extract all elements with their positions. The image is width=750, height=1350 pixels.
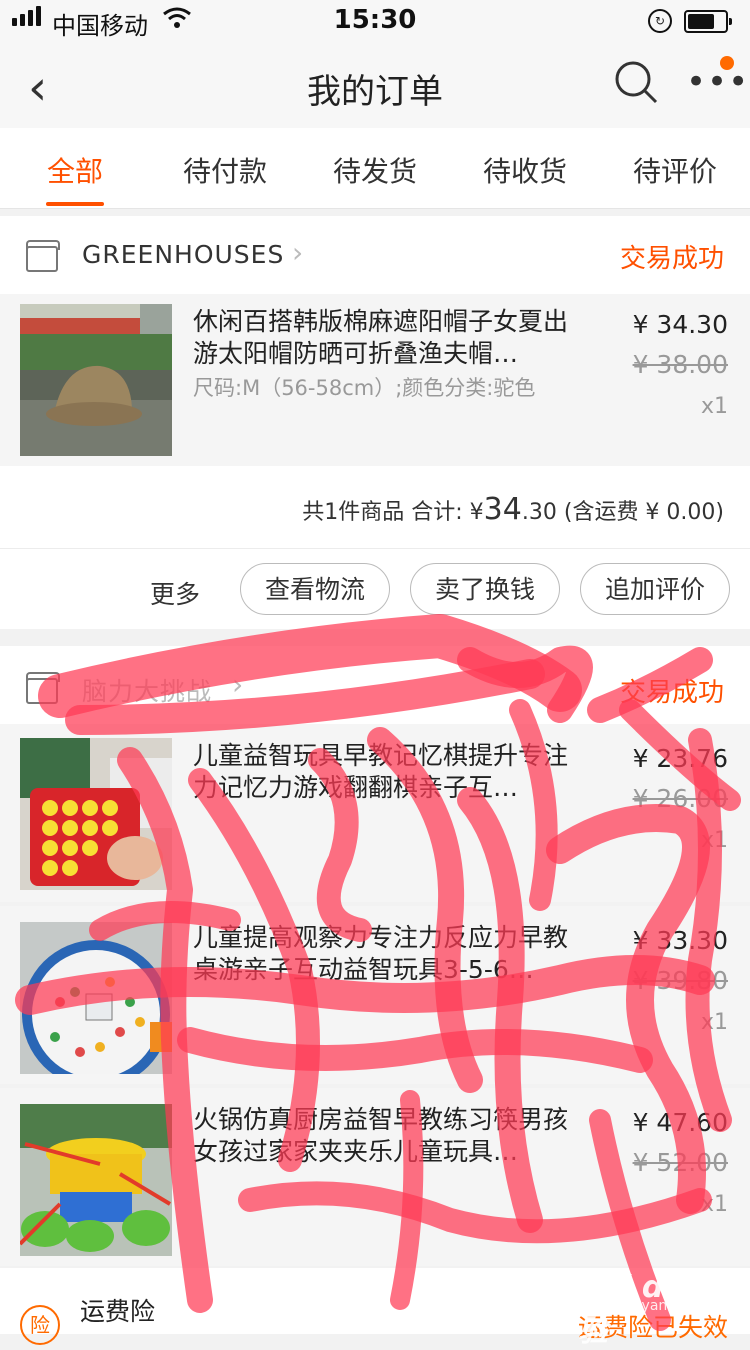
order-card-header[interactable]: GREENHOUSES › 交易成功 (0, 216, 750, 294)
order-item[interactable]: 儿童益智玩具早教记忆棋提升专注力记忆力游戏翻翻棋亲子互… ¥ 23.76 ¥ 2… (0, 724, 750, 902)
order-status: 交易成功 (619, 244, 724, 274)
insurance-icon: 险 (20, 1305, 60, 1345)
product-quantity: x1 (700, 1010, 728, 1035)
shop-name[interactable]: GREENHOUSES (82, 240, 284, 269)
notification-dot (720, 56, 734, 70)
product-price: ¥ 47.60 (632, 1108, 728, 1137)
product-quantity: x1 (700, 828, 728, 853)
more-icon[interactable]: ••• (686, 62, 749, 102)
product-title[interactable]: 儿童提高观察力专注力反应力早教桌游亲子互动益智玩具3-5-6… (193, 922, 573, 986)
battery-icon (684, 10, 732, 33)
order-card-header[interactable]: 脑力大挑战 › 交易成功 (0, 646, 750, 724)
rotation-lock-icon: ↻ (648, 9, 672, 33)
summary-shipping: (含运费 ¥ 0.00) (563, 500, 724, 525)
summary-prefix: 共1件商品 合计: ¥ (302, 500, 484, 525)
status-bar: 中国移动 15:30 ↻ (0, 0, 750, 40)
shop-icon (26, 240, 60, 272)
product-original-price: ¥ 38.00 (632, 350, 728, 379)
view-logistics-button[interactable]: 查看物流 (240, 563, 390, 615)
tab-all[interactable]: 全部 (0, 150, 150, 190)
order-item[interactable]: 儿童提高观察力专注力反应力早教桌游亲子互动益智玩具3-5-6… ¥ 33.30 … (0, 906, 750, 1084)
product-original-price: ¥ 39.80 (632, 966, 728, 995)
summary-amount-integer: 34 (483, 492, 522, 527)
product-quantity: x1 (700, 394, 728, 419)
tab-pending-review[interactable]: 待评价 (600, 150, 750, 190)
resell-button[interactable]: 卖了换钱 (410, 563, 560, 615)
chevron-right-icon: › (292, 236, 304, 269)
product-image[interactable] (20, 304, 172, 456)
more-actions-button[interactable]: 更多 (150, 575, 200, 611)
shop-name[interactable]: 脑力大挑战 (82, 672, 212, 708)
tab-pending-payment[interactable]: 待付款 (150, 150, 300, 190)
tab-pending-receipt[interactable]: 待收货 (450, 150, 600, 190)
product-title[interactable]: 休闲百搭韩版棉麻遮阳帽子女夏出游太阳帽防晒可折叠渔夫帽… (193, 306, 573, 370)
watermark-url: jingyan.baidu.com (616, 1298, 746, 1314)
product-image[interactable] (20, 922, 172, 1074)
order-status: 交易成功 (619, 678, 724, 708)
product-image[interactable] (20, 1104, 172, 1256)
product-title[interactable]: 儿童益智玩具早教记忆棋提升专注力记忆力游戏翻翻棋亲子互… (193, 740, 573, 804)
summary-amount-decimal: .30 (521, 500, 557, 525)
insurance-label: 运费险 (80, 1297, 156, 1326)
product-spec: 尺码:M（56-58cm）;颜色分类:驼色 (193, 376, 536, 400)
add-review-button[interactable]: 追加评价 (580, 563, 730, 615)
clock: 15:30 (333, 5, 417, 35)
order-item[interactable]: 休闲百搭韩版棉麻遮阳帽子女夏出游太阳帽防晒可折叠渔夫帽… 尺码:M（56-58c… (0, 294, 750, 466)
product-title[interactable]: 火锅仿真厨房益智早教练习筷男孩女孩过家家夹夹乐儿童玩具… (193, 1104, 573, 1168)
tab-pending-shipment[interactable]: 待发货 (300, 150, 450, 190)
product-price: ¥ 34.30 (632, 310, 728, 339)
order-tabs: 全部 待付款 待发货 待收货 待评价 (0, 128, 750, 209)
active-tab-indicator (46, 202, 104, 206)
product-price: ¥ 23.76 (632, 744, 728, 773)
product-quantity: x1 (700, 1192, 728, 1217)
shop-icon (26, 672, 60, 704)
product-price: ¥ 33.30 (632, 926, 728, 955)
order-summary: 共1件商品 合计: ¥34.30 (含运费 ¥ 0.00) (0, 466, 750, 549)
product-original-price: ¥ 26.00 (632, 784, 728, 813)
product-original-price: ¥ 52.00 (632, 1148, 728, 1177)
chevron-right-icon: › (232, 668, 244, 701)
product-image[interactable] (20, 738, 172, 890)
order-item[interactable]: 火锅仿真厨房益智早教练习筷男孩女孩过家家夹夹乐儿童玩具… ¥ 47.60 ¥ 5… (0, 1088, 750, 1266)
search-icon[interactable] (614, 60, 658, 104)
